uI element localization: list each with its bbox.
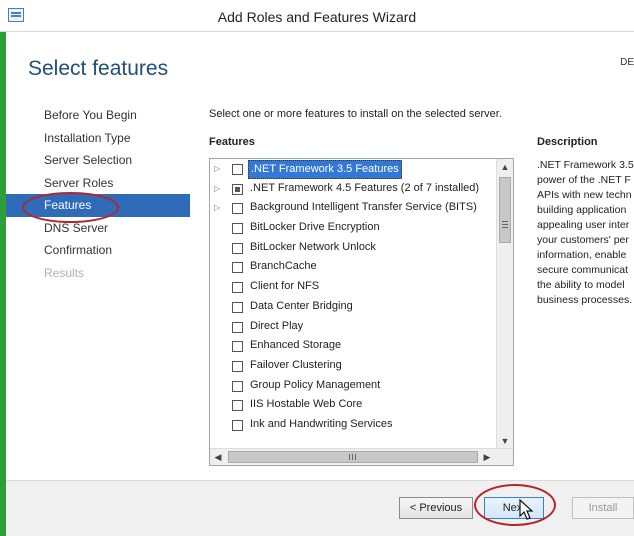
grip-icon	[502, 221, 508, 228]
feature-checkbox[interactable]	[232, 341, 243, 353]
feature-row[interactable]: BitLocker Network Unlock	[210, 238, 497, 258]
feature-row[interactable]: ▷ .NET Framework 3.5 Features	[210, 159, 497, 179]
feature-row[interactable]: Group Policy Management	[210, 376, 497, 396]
feature-checkbox[interactable]	[232, 360, 243, 372]
description-line: the ability to model	[537, 279, 625, 291]
feature-row[interactable]: Ink and Handwriting Services	[210, 415, 497, 435]
features-rows: ▷ .NET Framework 3.5 Features ▷ .NET Fra…	[210, 159, 497, 435]
features-tree-list[interactable]: ▷ .NET Framework 3.5 Features ▷ .NET Fra…	[209, 158, 514, 466]
feature-checkbox[interactable]	[232, 282, 243, 294]
vertical-scrollbar[interactable]: ▲ ▼	[496, 159, 513, 449]
expand-arrow-icon[interactable]: ▷	[214, 179, 222, 199]
page-title: Select features	[28, 57, 169, 80]
description-line: appealing user inter	[537, 219, 630, 231]
feature-label: BitLocker Network Unlock	[250, 240, 376, 253]
nav-item-dns-server[interactable]: DNS Server	[6, 217, 190, 240]
expand-arrow-icon[interactable]: ▷	[214, 198, 222, 218]
scroll-right-arrow-icon[interactable]: ▶	[479, 449, 495, 465]
title-bar: Add Roles and Features Wizard	[0, 0, 634, 32]
wizard-footer: < Previous Next Install	[6, 480, 634, 536]
nav-item-features[interactable]: Features	[6, 194, 190, 217]
description-line: your customers' per	[537, 234, 629, 246]
destination-server-label: DE	[620, 57, 634, 68]
feature-label: Enhanced Storage	[250, 339, 342, 352]
feature-row[interactable]: ▷ Background Intelligent Transfer Servic…	[210, 198, 497, 218]
feature-row[interactable]: ▷ .NET Framework 4.5 Features (2 of 7 in…	[210, 179, 497, 199]
feature-row[interactable]: Data Center Bridging	[210, 297, 497, 317]
expand-arrow-icon[interactable]: ▷	[214, 159, 222, 179]
feature-description: .NET Framework 3.5 power of the .NET F A…	[537, 158, 634, 308]
scroll-down-arrow-icon[interactable]: ▼	[497, 433, 513, 449]
window-title: Add Roles and Features Wizard	[217, 9, 417, 25]
feature-label: .NET Framework 3.5 Features	[248, 160, 402, 179]
description-heading: Description	[537, 136, 598, 148]
nav-item-installation-type[interactable]: Installation Type	[6, 127, 190, 150]
feature-checkbox[interactable]	[232, 301, 243, 313]
feature-label: BranchCache	[250, 260, 317, 273]
feature-checkbox[interactable]	[232, 262, 243, 274]
scroll-up-arrow-icon[interactable]: ▲	[497, 159, 513, 175]
feature-row[interactable]: Enhanced Storage	[210, 336, 497, 356]
nav-item-server-selection[interactable]: Server Selection	[6, 149, 190, 172]
horizontal-scrollbar[interactable]: ◀ ▶	[210, 448, 513, 465]
feature-checkbox[interactable]	[232, 223, 243, 235]
grip-icon	[349, 454, 356, 460]
feature-label: Ink and Handwriting Services	[250, 417, 393, 430]
feature-checkbox[interactable]	[232, 242, 243, 254]
feature-checkbox[interactable]	[232, 203, 243, 215]
scroll-left-arrow-icon[interactable]: ◀	[210, 449, 226, 465]
feature-label: Client for NFS	[250, 280, 320, 293]
features-heading: Features	[209, 136, 255, 148]
description-line: APIs with new techn	[537, 189, 632, 201]
wizard-steps-nav: Before You Begin Installation Type Serve…	[6, 104, 190, 284]
feature-label: Background Intelligent Transfer Service …	[250, 201, 477, 214]
feature-row[interactable]: BitLocker Drive Encryption	[210, 218, 497, 238]
feature-row[interactable]: Client for NFS	[210, 277, 497, 297]
nav-item-server-roles[interactable]: Server Roles	[6, 172, 190, 195]
description-line: building application	[537, 204, 627, 216]
feature-row[interactable]: Direct Play	[210, 317, 497, 337]
next-button[interactable]: Next	[484, 497, 544, 519]
description-line: .NET Framework 3.5	[537, 159, 634, 171]
feature-checkbox[interactable]	[232, 183, 243, 195]
feature-label: Failover Clustering	[250, 358, 342, 371]
description-line: information, enable	[537, 249, 627, 261]
feature-row[interactable]: BranchCache	[210, 257, 497, 277]
feature-label: Data Center Bridging	[250, 299, 353, 312]
nav-item-results: Results	[44, 265, 85, 280]
feature-label: Group Policy Management	[250, 378, 381, 391]
instruction-text: Select one or more features to install o…	[209, 108, 502, 120]
install-button: Install	[572, 497, 634, 519]
feature-checkbox[interactable]	[232, 321, 243, 333]
description-line: power of the .NET F	[537, 174, 631, 186]
feature-label: .NET Framework 4.5 Features (2 of 7 inst…	[250, 181, 480, 194]
nav-item-confirmation[interactable]: Confirmation	[6, 239, 190, 262]
feature-checkbox[interactable]	[232, 400, 243, 412]
nav-item-before-you-begin[interactable]: Before You Begin	[6, 104, 190, 127]
feature-checkbox[interactable]	[232, 380, 243, 392]
description-line: secure communicat	[537, 264, 629, 276]
horizontal-scroll-thumb[interactable]	[228, 451, 478, 463]
feature-label: IIS Hostable Web Core	[250, 398, 363, 411]
vertical-scroll-thumb[interactable]	[499, 177, 511, 243]
feature-row[interactable]: IIS Hostable Web Core	[210, 395, 497, 415]
feature-checkbox[interactable]	[232, 419, 243, 431]
page-header: Select features DE	[6, 33, 634, 95]
feature-label: BitLocker Drive Encryption	[250, 221, 380, 234]
feature-checkbox[interactable]	[232, 164, 243, 175]
description-line: business processes.	[537, 294, 633, 306]
mouse-pointer-icon	[519, 499, 534, 520]
previous-button[interactable]: < Previous	[399, 497, 473, 519]
feature-row[interactable]: Failover Clustering	[210, 356, 497, 376]
feature-label: Direct Play	[250, 319, 304, 332]
